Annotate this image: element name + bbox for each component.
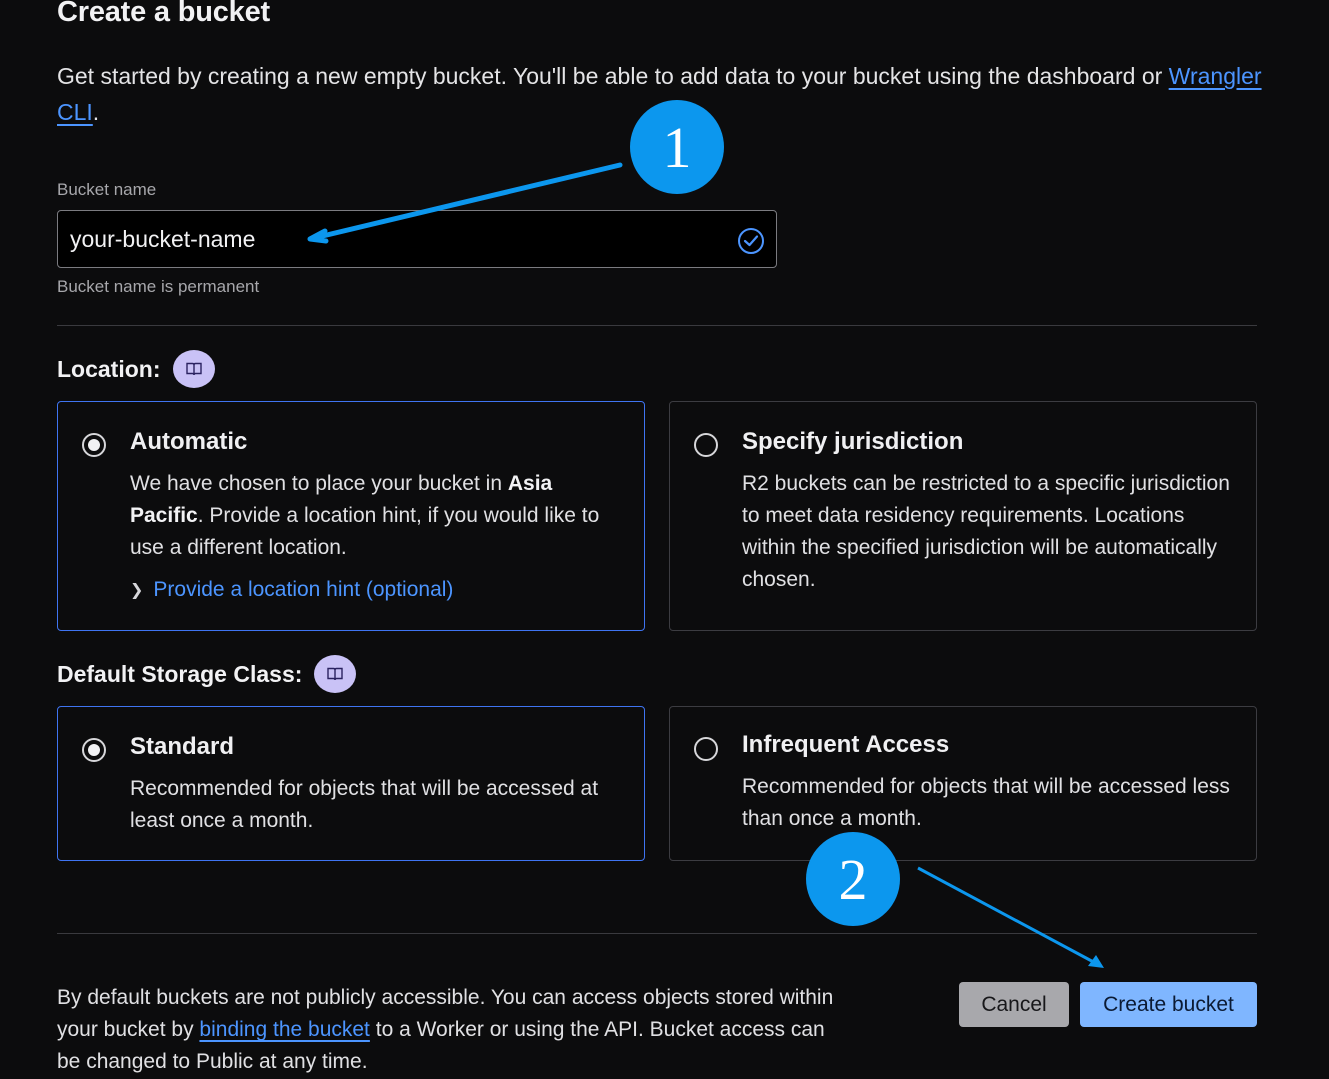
bucket-name-input[interactable] xyxy=(58,211,776,267)
arrow-to-create-button xyxy=(917,866,1104,968)
create-bucket-button[interactable]: Create bucket xyxy=(1080,982,1257,1027)
book-icon xyxy=(185,362,202,376)
infrequent-radio[interactable] xyxy=(694,737,718,761)
jurisdiction-radio[interactable] xyxy=(694,433,718,457)
location-option-jurisdiction[interactable]: Specify jurisdiction R2 buckets can be r… xyxy=(669,401,1257,631)
create-bucket-page: Create a bucket Get started by creating … xyxy=(0,0,1329,1079)
chevron-right-icon: ❯ xyxy=(130,582,144,599)
location-docs-button[interactable] xyxy=(172,350,215,388)
infrequent-description: Recommended for objects that will be acc… xyxy=(742,775,1230,830)
location-heading: Location: xyxy=(57,350,215,388)
check-circle-icon xyxy=(738,228,764,254)
bucket-name-label: Bucket name xyxy=(57,180,157,199)
divider xyxy=(57,325,1257,326)
bucket-name-field[interactable] xyxy=(57,210,777,268)
jurisdiction-description: R2 buckets can be restricted to a specif… xyxy=(742,472,1230,591)
book-icon xyxy=(327,667,344,681)
cancel-button[interactable]: Cancel xyxy=(959,982,1069,1027)
footer-notice: By default buckets are not publicly acce… xyxy=(57,986,834,1073)
automatic-description: We have chosen to place your bucket in A… xyxy=(130,472,600,559)
automatic-radio[interactable] xyxy=(82,433,106,457)
divider xyxy=(57,933,1257,934)
infrequent-title: Infrequent Access xyxy=(742,731,950,758)
bucket-name-helper: Bucket name is permanent xyxy=(57,277,260,296)
storage-class-heading: Default Storage Class: xyxy=(57,655,357,693)
location-hint-link[interactable]: Provide a location hint (optional) xyxy=(153,578,453,602)
step-1-callout: 1 xyxy=(630,100,724,194)
storage-class-docs-button[interactable] xyxy=(314,655,357,693)
standard-radio[interactable] xyxy=(82,738,106,762)
binding-the-bucket-link[interactable]: binding the bucket xyxy=(199,1018,369,1041)
location-option-automatic[interactable]: Automatic We have chosen to place your b… xyxy=(57,401,645,631)
storage-option-infrequent[interactable]: Infrequent Access Recommended for object… xyxy=(669,706,1257,861)
storage-class-heading-text: Default Storage Class: xyxy=(57,660,303,687)
page-title: Create a bucket xyxy=(57,0,270,28)
standard-description: Recommended for objects that will be acc… xyxy=(130,777,599,832)
step-2-callout: 2 xyxy=(806,832,900,926)
jurisdiction-title: Specify jurisdiction xyxy=(742,428,964,455)
standard-title: Standard xyxy=(130,733,235,760)
automatic-title: Automatic xyxy=(130,428,248,455)
location-hint-toggle[interactable]: ❯ Provide a location hint (optional) xyxy=(130,578,453,602)
storage-option-standard[interactable]: Standard Recommended for objects that wi… xyxy=(57,706,645,861)
location-heading-text: Location: xyxy=(57,355,161,382)
